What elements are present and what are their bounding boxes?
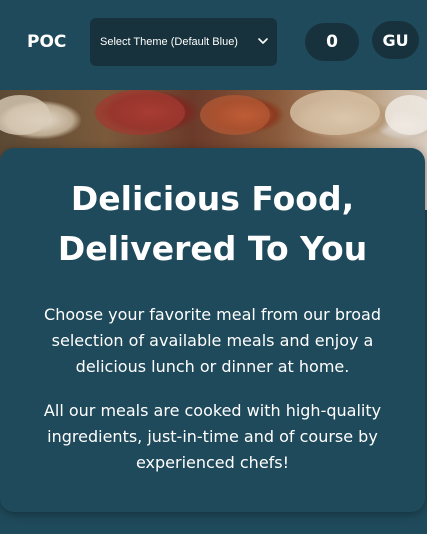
hero-title: Delicious Food, Delivered To You bbox=[20, 174, 405, 274]
hero-title-line-2: Delivered To You bbox=[57, 229, 368, 268]
hero-image-detail bbox=[385, 95, 427, 135]
theme-select-value: Select Theme (Default Blue) bbox=[100, 36, 238, 48]
hero-image-detail bbox=[200, 95, 270, 135]
hero-paragraph-1: Choose your favorite meal from our broad… bbox=[44, 305, 381, 376]
hero-image-detail bbox=[0, 95, 50, 135]
chevron-down-icon bbox=[258, 38, 268, 44]
hero-summary-card: Delicious Food, Delivered To You Choose … bbox=[0, 148, 425, 512]
hero-image-detail bbox=[290, 90, 380, 135]
hero-title-line-1: Delicious Food, bbox=[70, 179, 355, 218]
cart-count-button[interactable]: 0 bbox=[305, 23, 359, 61]
hero-image-detail bbox=[95, 90, 185, 135]
top-navigation-bar: POC Select Theme (Default Blue) 0 GU bbox=[0, 0, 427, 90]
app-logo[interactable]: POC bbox=[27, 32, 66, 52]
hero-paragraph-2: All our meals are cooked with high-quali… bbox=[43, 401, 382, 472]
user-avatar-button[interactable]: GU bbox=[372, 21, 419, 59]
theme-select[interactable]: Select Theme (Default Blue) bbox=[90, 18, 277, 66]
